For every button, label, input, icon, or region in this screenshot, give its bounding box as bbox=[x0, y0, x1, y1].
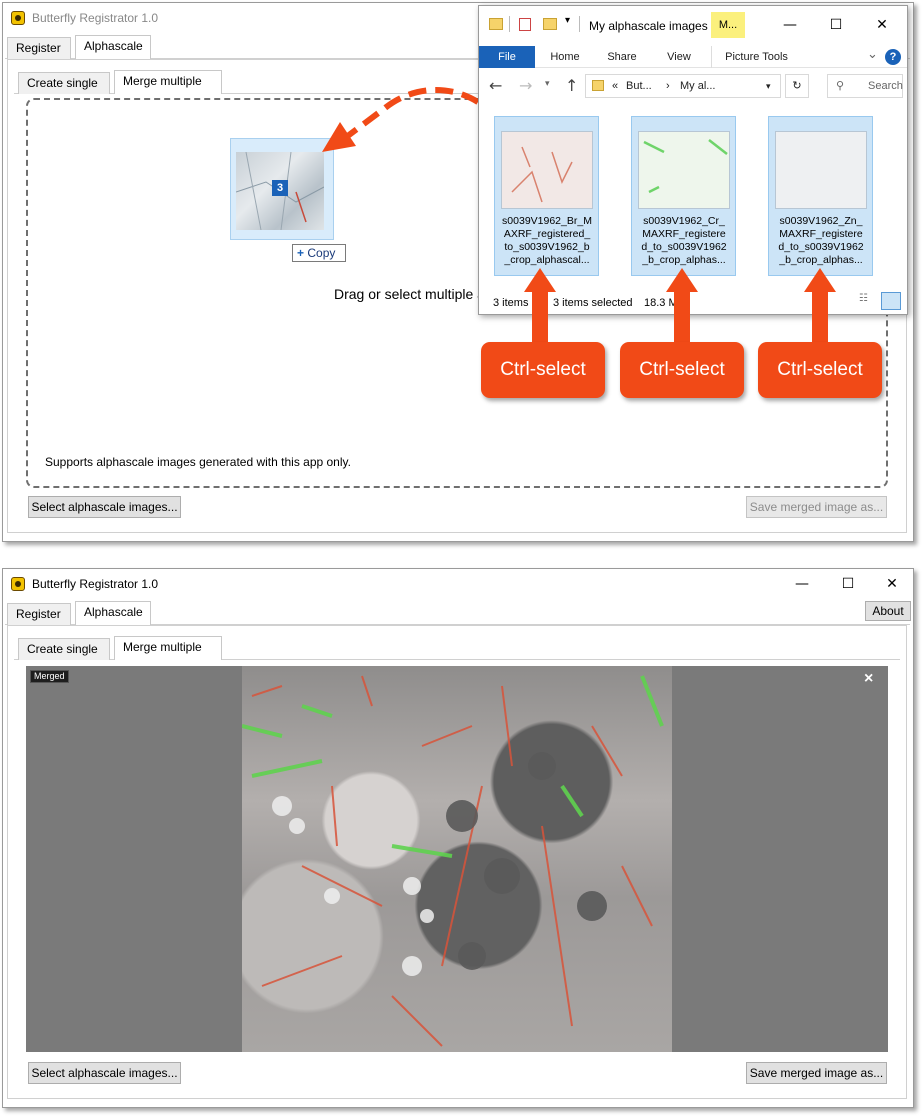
merged-painting-image bbox=[242, 666, 672, 1052]
alphascale-panel-bottom: Create single Merge multiple Merged × Se… bbox=[7, 625, 907, 1099]
select-alphascale-button[interactable]: Select alphascale images... bbox=[28, 496, 181, 518]
select-alphascale-button-bottom[interactable]: Select alphascale images... bbox=[28, 1062, 181, 1084]
butterfly-app-icon-bottom bbox=[11, 577, 25, 591]
main-tabbar-bottom: Register Alphascale About bbox=[5, 601, 911, 625]
tab-create-single-bottom[interactable]: Create single bbox=[18, 638, 110, 660]
maximize-button[interactable]: ☐ bbox=[825, 569, 871, 599]
minimize-button[interactable]: — bbox=[779, 569, 825, 599]
about-button[interactable]: About bbox=[865, 601, 911, 621]
close-button[interactable]: ✕ bbox=[869, 569, 915, 599]
ctrl-select-callout-1: Ctrl-select bbox=[481, 342, 605, 398]
ctrl-select-callout-3: Ctrl-select bbox=[758, 342, 882, 398]
ctrl-select-callout-2: Ctrl-select bbox=[620, 342, 744, 398]
merged-image-viewer[interactable]: Merged × bbox=[26, 666, 888, 1052]
save-merged-button: Save merged image as... bbox=[746, 496, 887, 518]
up-arrow-3 bbox=[804, 268, 836, 342]
support-note: Supports alphascale images generated wit… bbox=[45, 455, 351, 469]
painting-overlay-svg bbox=[242, 675, 664, 1047]
tab-register-bottom[interactable]: Register bbox=[7, 603, 71, 625]
ctrl-select-arrows bbox=[524, 268, 836, 342]
tab-merge-multiple-bottom[interactable]: Merge multiple bbox=[114, 636, 222, 660]
save-merged-button-bottom[interactable]: Save merged image as... bbox=[746, 1062, 887, 1084]
window-title-bottom: Butterfly Registrator 1.0 bbox=[32, 577, 159, 591]
sub-tabbar-bottom: Create single Merge multiple bbox=[14, 636, 900, 660]
up-arrow-2 bbox=[666, 268, 698, 342]
merged-label: Merged bbox=[30, 670, 69, 683]
clear-image-button[interactable]: × bbox=[864, 670, 873, 688]
title-bar-bottom: Butterfly Registrator 1.0 — ☐ ✕ bbox=[3, 569, 913, 599]
up-arrow-1 bbox=[524, 268, 556, 342]
bottom-app-window: Butterfly Registrator 1.0 — ☐ ✕ Register… bbox=[2, 568, 914, 1108]
tab-alphascale-bottom[interactable]: Alphascale bbox=[75, 601, 151, 625]
